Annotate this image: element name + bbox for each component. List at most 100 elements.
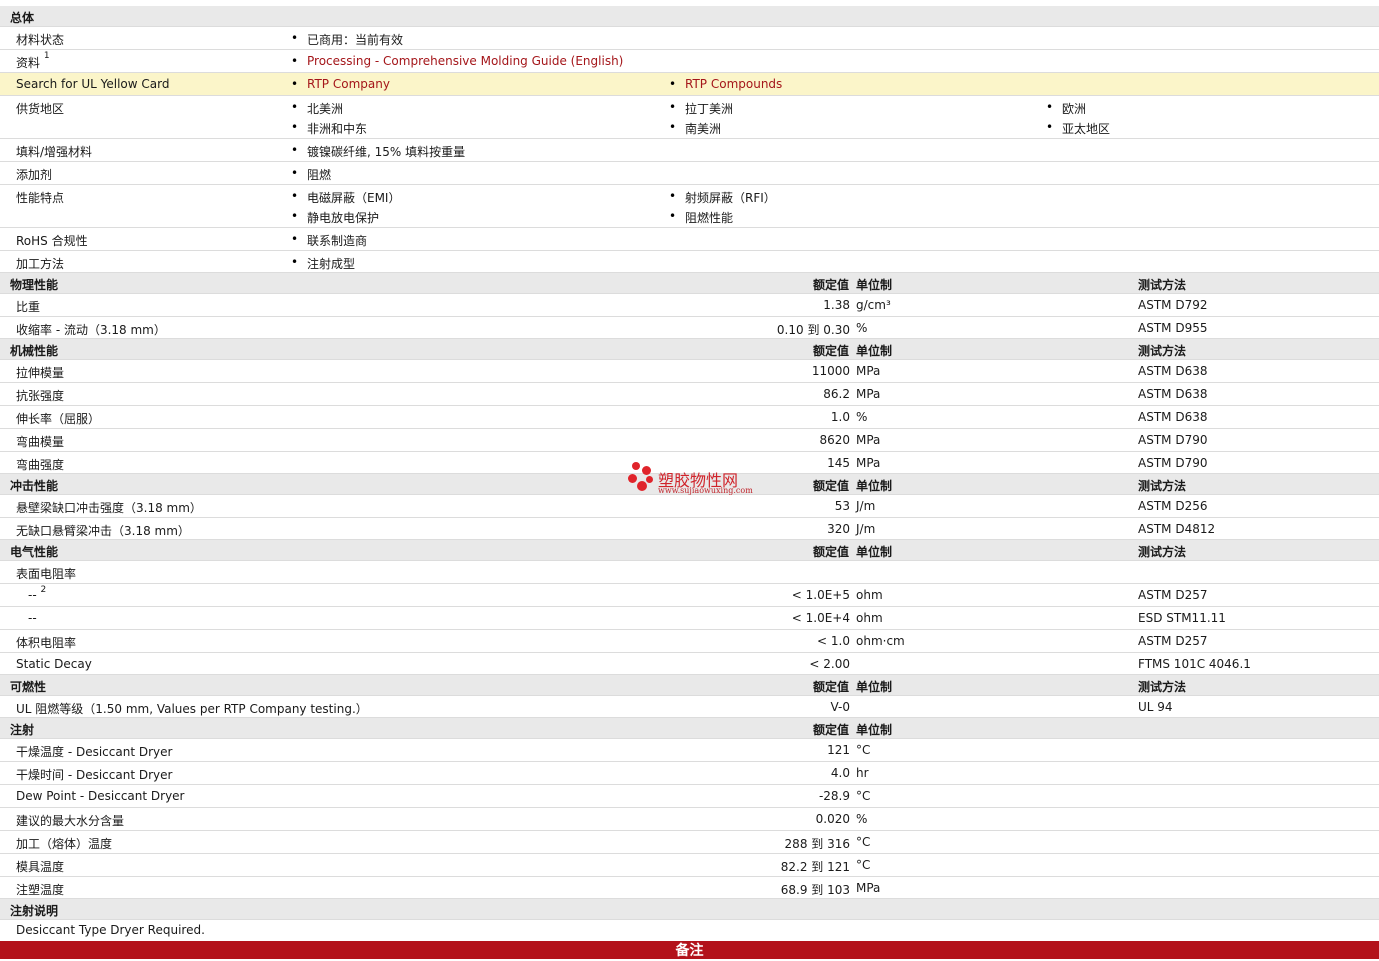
list-item: 南美洲 (669, 120, 721, 137)
row-label: 拉伸模量 (16, 366, 65, 380)
row-value: 82.2 到 121 (780, 860, 850, 874)
row-unit: % (856, 812, 868, 826)
table-row: 比重 1.38 g/cm³ ASTM D792 (0, 294, 1379, 317)
rtp-company-link[interactable]: RTP Company (291, 77, 390, 91)
row-unit: ohm·cm (856, 634, 905, 648)
table-row: -- 2 < 1.0E+5 ohm ASTM D257 (0, 584, 1379, 607)
row-value: 联系制造商 (291, 232, 367, 249)
list-item: 拉丁美洲 (669, 100, 733, 117)
row-unit: % (856, 321, 868, 335)
row-method: UL 94 (1138, 700, 1173, 714)
row-method: ASTM D790 (1138, 433, 1208, 447)
row-label: 伸长率（屈服） (16, 412, 101, 426)
table-row: 模具温度 82.2 到 121 °C (0, 854, 1379, 877)
row-label: 收缩率 - 流动（3.18 mm） (16, 323, 166, 337)
row-unit: °C (856, 789, 871, 803)
section-title: 总体 (10, 11, 35, 25)
row-method: ASTM D4812 (1138, 522, 1216, 536)
row-method: ESD STM11.11 (1138, 611, 1226, 625)
row-unit: MPa (856, 364, 881, 378)
row-value: 0.020 (815, 812, 850, 826)
row-filler: 填料/增强材料 镀镍碳纤维, 15% 填料按重量 (0, 139, 1379, 162)
row-label: 体积电阻率 (16, 636, 77, 650)
section-header-flammability: 可燃性 额定值 单位制 测试方法 (0, 675, 1379, 696)
row-value: 53 (834, 499, 850, 513)
table-row: 伸长率（屈服） 1.0 % ASTM D638 (0, 406, 1379, 429)
row-unit: MPa (856, 433, 881, 447)
table-row: Static Decay < 2.00 FTMS 101C 4046.1 (0, 653, 1379, 675)
row-value: 320 (827, 522, 850, 536)
row-documents: 资料 1 Processing - Comprehensive Molding … (0, 50, 1379, 73)
col-unit: 单位制 (856, 680, 893, 694)
table-row: 弯曲模量 8620 MPa ASTM D790 (0, 429, 1379, 452)
row-label: UL 阻燃等级（1.50 mm, Values per RTP Company … (16, 702, 368, 716)
row-unit: ohm (856, 611, 883, 625)
row-label: -- 2 (28, 585, 47, 602)
row-value: 1.0 (830, 410, 850, 424)
row-value: 已商用：当前有效 (291, 31, 403, 48)
col-unit: 单位制 (856, 278, 893, 292)
col-method: 测试方法 (1138, 278, 1187, 292)
col-nominal: 额定值 (812, 479, 849, 493)
row-method: ASTM D638 (1138, 387, 1208, 401)
col-unit: 单位制 (856, 479, 893, 493)
row-value: 镀镍碳纤维, 15% 填料按重量 (291, 143, 465, 160)
table-row: 干燥温度 - Desiccant Dryer 121 °C (0, 739, 1379, 762)
row-value: 4.0 (830, 766, 850, 780)
row-label: 性能特点 (16, 191, 65, 205)
row-label: 供货地区 (16, 102, 65, 116)
row-unit: J/m (856, 522, 876, 536)
row-label: 填料/增强材料 (16, 145, 93, 159)
row-method: ASTM D257 (1138, 634, 1208, 648)
row-method: ASTM D955 (1138, 321, 1208, 335)
col-unit: 单位制 (856, 723, 893, 737)
row-label: Static Decay (16, 657, 92, 671)
row-label: 添加剂 (16, 168, 53, 182)
notes-footer-bar: 备注 (0, 941, 1379, 959)
section-title: 冲击性能 (10, 479, 59, 493)
table-row: UL 阻燃等级（1.50 mm, Values per RTP Company … (0, 696, 1379, 718)
table-row: 无缺口悬臂梁冲击（3.18 mm） 320 J/m ASTM D4812 (0, 518, 1379, 540)
row-method: ASTM D257 (1138, 588, 1208, 602)
row-value: 11000 (811, 364, 850, 378)
row-label: 弯曲强度 (16, 458, 65, 472)
row-ul-yellow-card: Search for UL Yellow Card RTP Company RT… (0, 73, 1379, 96)
rtp-compounds-link[interactable]: RTP Compounds (669, 77, 782, 91)
watermark-logo: 塑胶物性网 www.sujiaowuxing.com (628, 462, 768, 496)
row-value: 86.2 (823, 387, 850, 401)
row-value: < 2.00 (809, 657, 850, 671)
row-method: ASTM D792 (1138, 298, 1208, 312)
row-unit: °C (856, 858, 871, 872)
processing-guide-link[interactable]: Processing - Comprehensive Molding Guide… (291, 54, 623, 68)
list-item: 静电放电保护 (291, 209, 379, 226)
row-unit: °C (856, 743, 871, 757)
row-features: 性能特点 电磁屏蔽（EMI） 射频屏蔽（RFI） 静电放电保护 阻燃性能 (0, 185, 1379, 228)
table-row: 拉伸模量 11000 MPa ASTM D638 (0, 360, 1379, 383)
row-label: -- (28, 611, 37, 625)
row-unit: MPa (856, 456, 881, 470)
row-unit: MPa (856, 881, 881, 895)
row-label: 加工（熔体）温度 (16, 837, 113, 851)
table-row: Desiccant Type Dryer Required. (0, 920, 1379, 941)
row-value: 121 (827, 743, 850, 757)
row-label: 材料状态 (16, 33, 65, 47)
col-nominal: 额定值 (812, 680, 849, 694)
section-title: 注射说明 (10, 904, 59, 918)
row-value: < 1.0E+4 (791, 611, 850, 625)
section-header-mechanical: 机械性能 额定值 单位制 测试方法 (0, 339, 1379, 360)
row-label: 注塑温度 (16, 883, 65, 897)
row-additive: 添加剂 阻燃 (0, 162, 1379, 185)
table-row: 体积电阻率 < 1.0 ohm·cm ASTM D257 (0, 630, 1379, 653)
row-label: RoHS 合规性 (16, 234, 88, 248)
row-value: 8620 (819, 433, 850, 447)
row-label: 表面电阻率 (16, 567, 77, 581)
row-label: 抗张强度 (16, 389, 65, 403)
logo-dots-icon (628, 462, 656, 496)
row-label: 干燥温度 - Desiccant Dryer (16, 745, 173, 759)
row-value: -28.9 (818, 789, 850, 803)
section-header-injection: 注射 额定值 单位制 (0, 718, 1379, 739)
row-label: 干燥时间 - Desiccant Dryer (16, 768, 173, 782)
section-header-physical: 物理性能 额定值 单位制 测试方法 (0, 273, 1379, 294)
row-value: 68.9 到 103 (780, 883, 850, 897)
row-unit: J/m (856, 499, 876, 513)
